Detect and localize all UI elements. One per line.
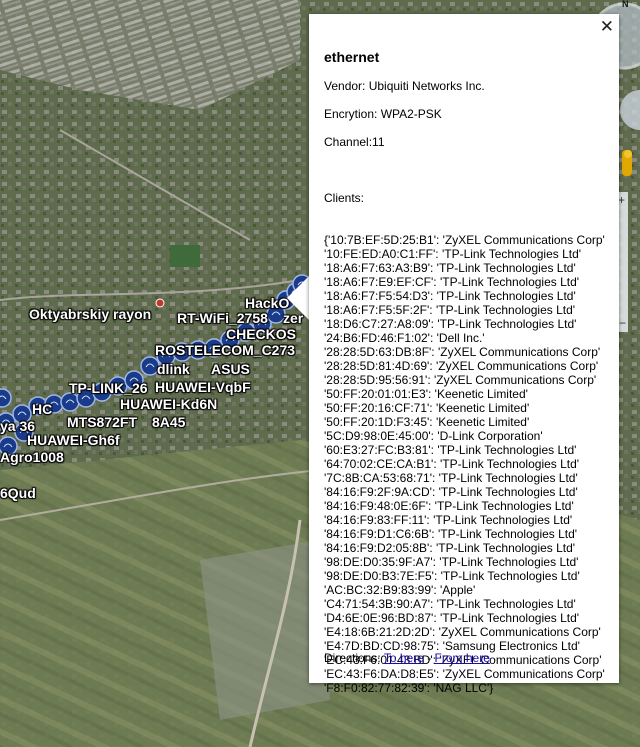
client-entry: '28:28:5D:63:DB:8F': 'ZyXEL Communicatio… — [324, 345, 601, 359]
info-balloon: ✕ ethernet Vendor: Ubiquiti Networks Inc… — [309, 14, 619, 695]
map-label-tplink26[interactable]: TP-LINK_26 — [69, 380, 148, 396]
client-entry: '18:D6:C7:27:A8:09': 'TP-Link Technologi… — [324, 317, 577, 331]
popup-pointer — [287, 276, 309, 320]
map-label-huaweigh6f[interactable]: HUAWEI-Gh6f — [27, 432, 120, 448]
client-entry: 'D4:6E:0E:96:BD:87': 'TP-Link Technologi… — [324, 611, 580, 625]
client-entry: '98:DE:D0:35:9F:A7': 'TP-Link Technologi… — [324, 555, 579, 569]
client-entry: '50:FF:20:01:01:E3': 'Keenetic Limited' — [324, 387, 528, 401]
map-label-8a45[interactable]: 8A45 — [152, 414, 185, 430]
client-entry: '84:16:F9:D1:C6:6B': 'TP-Link Technologi… — [324, 527, 578, 541]
map-label-rostelecom[interactable]: ROSTELECOM_C273 — [155, 342, 295, 358]
client-entry: '18:A6:F7:E9:EF:CF': 'TP-Link Technologi… — [324, 275, 580, 289]
client-entry: '18:A6:F7:F5:54:D3': 'TP-Link Technologi… — [324, 289, 576, 303]
map-label-hc[interactable]: HC — [32, 401, 52, 417]
encryption-text: Encrytion: WPA2-PSK — [324, 107, 442, 121]
client-entry: '50:FF:20:1D:F3:45': 'Keenetic Limited' — [324, 415, 530, 429]
client-entry: '84:16:F9:D2:05:8B': 'TP-Link Technologi… — [324, 541, 576, 555]
client-entry: '98:DE:D0:B3:7E:F5': 'TP-Link Technologi… — [324, 569, 580, 583]
map-label-qud[interactable]: 6Qud — [0, 485, 36, 501]
client-entry: '24:B6:FD:46:F1:02': 'Dell Inc.' — [324, 331, 485, 345]
compass-north-label: N — [622, 0, 629, 9]
client-entry: '84:16:F9:2F:9A:CD': 'TP-Link Technologi… — [324, 485, 578, 499]
map-label-huaweikd6n[interactable]: HUAWEI-Kd6N — [120, 396, 217, 412]
client-entry: '18:A6:F7:F5:5F:2F': 'TP-Link Technologi… — [324, 303, 576, 317]
client-entry: 'F8:F0:82:77:82:39': 'NAG LLC'} — [324, 681, 494, 695]
client-entry: {'10:7B:EF:5D:25:B1': 'ZyXEL Communicati… — [324, 233, 605, 247]
vendor-text: Vendor: Ubiquiti Networks Inc. — [324, 79, 485, 93]
map-label-dlink[interactable]: dlink — [157, 361, 190, 377]
map-label-oktyabrskiy: Oktyabrskiy rayon — [29, 306, 152, 322]
client-entry: '7C:8B:CA:53:68:71': 'TP-Link Technologi… — [324, 471, 578, 485]
network-title: ethernet — [324, 49, 380, 65]
client-entry: 'E4:18:6B:21:2D:2D': 'ZyXEL Communicatio… — [324, 625, 601, 639]
map-label-asus[interactable]: ASUS — [211, 361, 250, 377]
svg-text:−: − — [619, 316, 626, 330]
look-joystick-icon[interactable] — [620, 88, 640, 132]
map-label-rtwifi[interactable]: RT-WiFi_2758 — [177, 310, 268, 326]
close-icon[interactable]: ✕ — [600, 18, 614, 35]
client-entry: '84:16:F9:48:0E:6F': 'TP-Link Technologi… — [324, 499, 574, 513]
channel-text: Channel:11 — [324, 135, 385, 149]
map-label-mts[interactable]: MTS872FT — [67, 414, 137, 430]
client-entry: 'AC:BC:32:B9:83:99': 'Apple' — [324, 583, 476, 597]
from-here-link[interactable]: From here — [435, 651, 490, 665]
map-label-hacko[interactable]: HackO — [245, 295, 289, 311]
directions: Directions: To here - From here — [324, 651, 490, 665]
directions-label: Directions: — [324, 651, 381, 665]
svg-text:+: + — [618, 193, 625, 207]
map-label-checkos[interactable]: CHECKOS — [226, 326, 296, 342]
clients-label: Clients: — [324, 191, 365, 205]
map-label-agro[interactable]: Agro1008 — [0, 449, 64, 465]
client-entry: '50:FF:20:16:CF:71': 'Keenetic Limited' — [324, 401, 530, 415]
client-entry: '10:FE:ED:A0:C1:FF': 'TP-Link Technologi… — [324, 247, 582, 261]
client-entry: '28:28:5D:95:56:91': 'ZyXEL Communicatio… — [324, 373, 597, 387]
client-entry: 'EC:43:F6:DA:D8:E5': 'ZyXEL Communicatio… — [324, 667, 605, 681]
map-label-huaweivqbf[interactable]: HUAWEI-VqbF — [155, 379, 251, 395]
location-pin-icon[interactable] — [155, 298, 165, 308]
client-entry: '60:E3:27:FC:B3:81': 'TP-Link Technologi… — [324, 443, 577, 457]
client-entry: '64:70:02:CE:CA:B1': 'TP-Link Technologi… — [324, 457, 580, 471]
client-entry: '5C:D9:98:0E:45:00': 'D-Link Corporation… — [324, 429, 543, 443]
directions-separator: - — [427, 651, 432, 665]
client-entry: 'C4:71:54:3B:90:A7': 'TP-Link Technologi… — [324, 597, 576, 611]
to-here-link[interactable]: To here — [384, 651, 424, 665]
client-entry: '18:A6:F7:63:A3:B9': 'TP-Link Technologi… — [324, 261, 576, 275]
client-entry: '84:16:F9:83:FF:11': 'TP-Link Technologi… — [324, 513, 573, 527]
client-entry: '28:28:5D:81:4D:69': 'ZyXEL Communicatio… — [324, 359, 599, 373]
clients-list: Clients: {'10:7B:EF:5D:25:B1': 'ZyXEL Co… — [324, 163, 605, 695]
street-view-pegman-icon[interactable] — [618, 148, 634, 178]
